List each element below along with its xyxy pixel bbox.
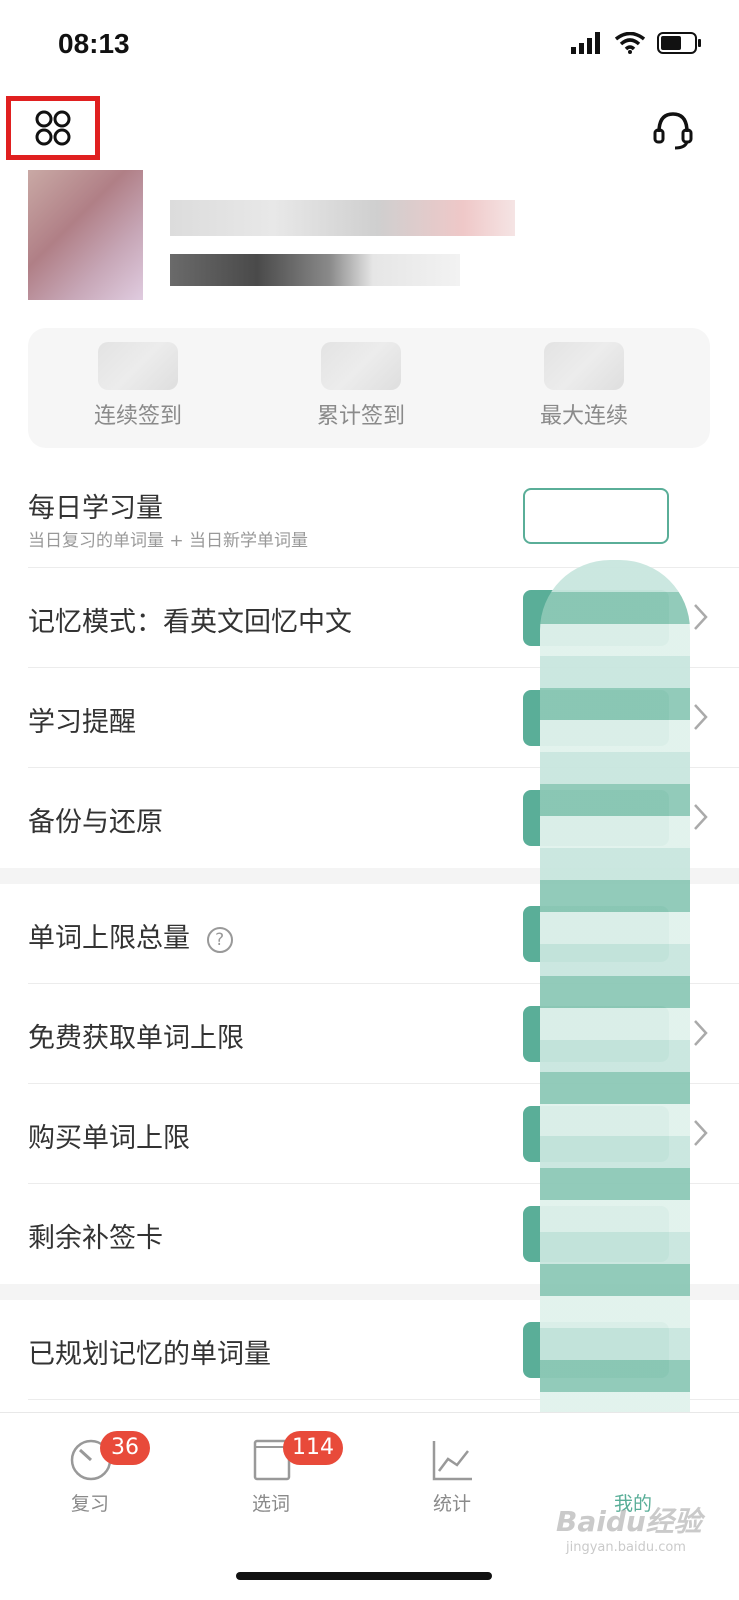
row-daily-amount[interactable]: 每日学习量 当日复习的单词量 + 当日新学单词量: [28, 468, 739, 568]
row-label: 单词上限总量 ?: [28, 916, 233, 955]
row-label: 每日学习量: [28, 493, 163, 524]
stat-max: 最大连续: [494, 328, 674, 448]
word-limit-label: 单词上限总量: [28, 923, 190, 954]
tab-review[interactable]: 36 复习: [30, 1423, 150, 1519]
status-bar: 08:13: [0, 0, 739, 90]
daily-amount-value[interactable]: [523, 488, 669, 544]
help-icon[interactable]: ?: [206, 926, 233, 953]
customer-service-button[interactable]: [651, 108, 695, 152]
stat-value-blur: [98, 342, 178, 390]
user-info-blur: [170, 254, 460, 286]
row-label: 已规划记忆的单词量: [28, 1339, 271, 1370]
signal-icon: [571, 32, 600, 54]
stat-total: 累计签到: [271, 328, 451, 448]
stat-value-blur: [544, 342, 624, 390]
baidu-watermark: Baidu经验: [556, 1505, 702, 1538]
baidu-watermark-url: jingyan.baidu.com: [566, 1540, 686, 1555]
line-chart-icon: [432, 1441, 472, 1481]
row-label: 购买单词上限: [28, 1123, 190, 1154]
chevron-right-icon: [694, 604, 708, 630]
stat-value-blur: [321, 342, 401, 390]
row-label: 学习提醒: [28, 707, 136, 738]
tab-label: 选词: [251, 1493, 290, 1515]
row-label: 免费获取单词上限: [28, 1023, 244, 1054]
stat-label: 最大连续: [539, 404, 628, 429]
tab-statistics[interactable]: 统计: [392, 1423, 512, 1519]
command-icon: [35, 110, 71, 146]
chevron-right-icon: [694, 804, 708, 830]
select-words-badge: 114: [283, 1431, 343, 1465]
row-label: 剩余补签卡: [28, 1223, 163, 1254]
censor-blur-overlay: [540, 560, 690, 1500]
wifi-icon: [615, 32, 645, 54]
stat-consecutive: 连续签到: [48, 328, 228, 448]
chevron-right-icon: [694, 704, 708, 730]
status-time: 08:13: [58, 28, 130, 59]
stat-label: 累计签到: [316, 404, 405, 429]
headset-icon: [653, 112, 693, 150]
chevron-right-icon: [694, 1120, 708, 1146]
row-sublabel: 当日复习的单词量 + 当日新学单词量: [28, 531, 309, 551]
review-badge: 36: [100, 1431, 150, 1465]
tab-label: 复习: [70, 1493, 109, 1515]
stat-label: 连续签到: [93, 404, 182, 429]
menu-button[interactable]: [6, 96, 100, 160]
profile-header[interactable]: [0, 170, 739, 310]
row-label: 备份与还原: [28, 807, 163, 838]
row-label: 记忆模式：看英文回忆中文: [28, 607, 352, 638]
checkin-stats-card: 连续签到 累计签到 最大连续: [28, 328, 710, 448]
avatar[interactable]: [28, 170, 143, 300]
chevron-right-icon: [694, 1020, 708, 1046]
home-indicator[interactable]: [236, 1572, 492, 1580]
status-icons: [571, 32, 703, 54]
tab-select-words[interactable]: 114 选词: [211, 1423, 343, 1519]
tab-label: 统计: [432, 1493, 471, 1515]
username-blur: [170, 200, 515, 236]
battery-icon: [657, 32, 701, 54]
